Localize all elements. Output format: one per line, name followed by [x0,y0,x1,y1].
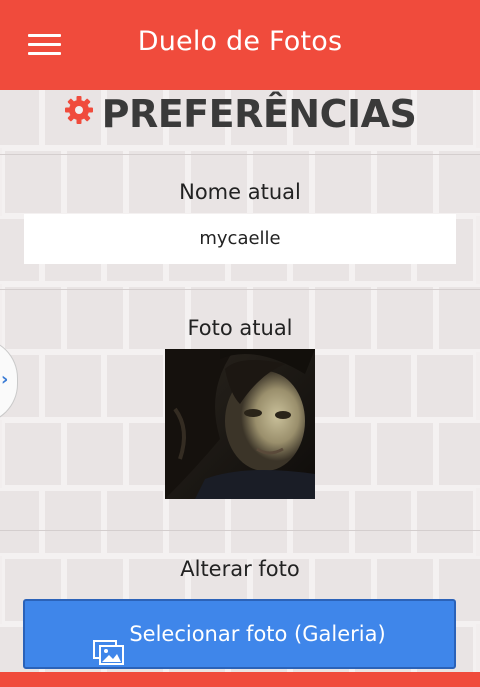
gallery-images-icon [93,640,125,666]
current-photo [165,349,315,499]
chevron-right-icon: › [1,369,9,390]
section-divider [0,289,480,290]
gear-icon [64,95,94,125]
select-photo-gallery-label: Selecionar foto (Galeria) [129,622,386,646]
page-title: PREFERÊNCIAS [101,92,417,136]
page-heading: PREFERÊNCIAS [0,92,480,136]
section-divider [0,530,480,531]
app-bar: Duelo de Fotos [0,0,480,90]
change-photo-label: Alterar foto [180,557,300,581]
current-photo-label: Foto atual [187,316,293,340]
app-title: Duelo de Fotos [137,26,343,57]
section-divider [0,154,480,155]
bottom-accent-strip [0,672,480,687]
preferences-screen: PREFERÊNCIAS Nome atual mycaelle Foto at… [0,0,480,687]
select-photo-gallery-button[interactable]: Selecionar foto (Galeria) [23,599,456,669]
current-name-value: mycaelle [24,214,456,264]
current-name-label: Nome atual [179,180,301,204]
